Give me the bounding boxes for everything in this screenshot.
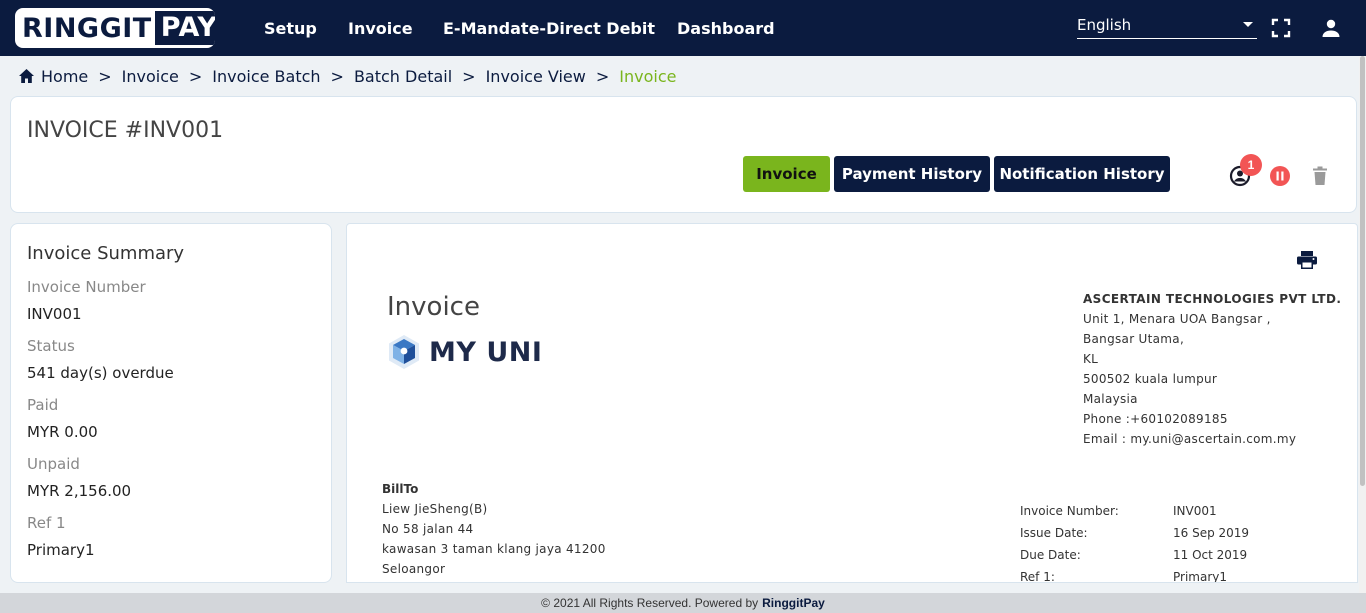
logo-text-ringgit: RINGGIT: [22, 12, 152, 44]
my-uni-text: MY UNI: [429, 336, 543, 368]
bill-to-line: Liew JieSheng(B): [382, 502, 488, 516]
bill-to-line: No 58 jalan 44: [382, 522, 474, 536]
user-account-icon[interactable]: [1321, 18, 1341, 38]
language-value: English: [1077, 16, 1132, 34]
bill-to-title: BillTo: [382, 482, 419, 496]
meta-label-due-date: Due Date:: [1020, 548, 1081, 562]
invoice-document: Invoice MY UNI ASCERTAIN TECHNOLOGIES PV…: [346, 223, 1358, 583]
page-scrollbar[interactable]: [1359, 56, 1366, 593]
breadcrumb-batch-detail[interactable]: Batch Detail: [354, 67, 452, 86]
breadcrumb-invoice-view[interactable]: Invoice View: [486, 67, 586, 86]
breadcrumb: Home > Invoice > Invoice Batch > Batch D…: [18, 66, 676, 86]
invoice-header-card: INVOICE #INV001 Invoice Payment History …: [10, 96, 1357, 213]
summary-value-status: 541 day(s) overdue: [27, 364, 174, 382]
tab-notification-history[interactable]: Notification History: [994, 156, 1170, 192]
breadcrumb-invoice-batch[interactable]: Invoice Batch: [212, 67, 320, 86]
company-address-line: KL: [1083, 352, 1099, 366]
my-uni-logo: MY UNI: [387, 334, 542, 370]
summary-value-invoice-number: INV001: [27, 305, 82, 323]
top-navbar: RINGGIT PAY Setup Invoice E-Mandate-Dire…: [0, 0, 1366, 56]
summary-value-ref1: Primary1: [27, 541, 95, 559]
company-email: Email : my.uni@ascertain.com.my: [1083, 432, 1297, 446]
ringgitpay-logo[interactable]: RINGGIT PAY: [15, 8, 215, 48]
company-name: ASCERTAIN TECHNOLOGIES PVT LTD.: [1083, 292, 1342, 306]
home-icon[interactable]: [18, 68, 35, 84]
nav-setup[interactable]: Setup: [264, 19, 317, 38]
company-address-line: Bangsar Utama,: [1083, 332, 1185, 346]
tab-invoice[interactable]: Invoice: [743, 156, 830, 192]
summary-label-invoice-number: Invoice Number: [27, 278, 146, 296]
meta-value-invoice-number: INV001: [1173, 504, 1217, 518]
document-title: Invoice: [387, 292, 480, 322]
chevron-right-icon: >: [188, 66, 203, 86]
summary-label-paid: Paid: [27, 396, 59, 414]
fullscreen-icon[interactable]: [1271, 18, 1291, 38]
chevron-down-icon: [1243, 22, 1253, 27]
summary-title: Invoice Summary: [27, 243, 185, 264]
company-address-line: Malaysia: [1083, 392, 1138, 406]
nav-invoice[interactable]: Invoice: [348, 19, 413, 38]
nav-e-mandate[interactable]: E-Mandate-Direct Debit: [443, 19, 655, 38]
breadcrumb-invoice[interactable]: Invoice: [122, 67, 179, 86]
breadcrumb-current: Invoice: [619, 66, 677, 86]
meta-value-issue-date: 16 Sep 2019: [1173, 526, 1250, 540]
chevron-right-icon: >: [330, 66, 344, 86]
summary-value-paid: MYR 0.00: [27, 423, 98, 441]
delete-icon[interactable]: [1309, 165, 1331, 187]
chevron-right-icon: >: [98, 66, 112, 86]
summary-label-unpaid: Unpaid: [27, 455, 80, 473]
scrollbar-thumb[interactable]: [1360, 56, 1365, 486]
meta-label-ref1: Ref 1:: [1020, 570, 1055, 583]
bill-to-line: kawasan 3 taman klang jaya 41200: [382, 542, 606, 556]
notification-badge: 1: [1240, 154, 1262, 176]
bill-to-line: Seloangor: [382, 562, 446, 576]
summary-value-unpaid: MYR 2,156.00: [27, 482, 132, 500]
invoice-summary-panel: Invoice Summary Invoice Number INV001 St…: [10, 223, 332, 583]
page-title: INVOICE #INV001: [27, 118, 224, 143]
nav-dashboard[interactable]: Dashboard: [677, 19, 775, 38]
chevron-right-icon: >: [462, 66, 476, 86]
footer-text: © 2021 All Rights Reserved. Powered by: [541, 596, 759, 610]
language-select[interactable]: English: [1077, 16, 1257, 39]
company-address-line: Unit 1, Menara UOA Bangsar ,: [1083, 312, 1271, 326]
meta-value-ref1: Primary1: [1173, 570, 1228, 583]
chevron-right-icon: >: [595, 66, 610, 86]
company-address-line: 500502 kuala lumpur: [1083, 372, 1218, 386]
summary-label-status: Status: [27, 337, 75, 355]
my-uni-emblem-icon: [389, 335, 419, 369]
meta-label-issue-date: Issue Date:: [1020, 526, 1088, 540]
summary-label-ref1: Ref 1: [27, 514, 66, 532]
pause-icon[interactable]: [1269, 165, 1291, 187]
logo-text-pay: PAY: [154, 11, 215, 45]
company-phone: Phone :+60102089185: [1083, 412, 1228, 426]
footer: © 2021 All Rights Reserved. Powered by R…: [0, 593, 1366, 613]
meta-label-invoice-number: Invoice Number:: [1020, 504, 1119, 518]
meta-value-due-date: 11 Oct 2019: [1173, 548, 1248, 562]
breadcrumb-home[interactable]: Home: [41, 67, 88, 86]
print-icon[interactable]: [1296, 250, 1318, 270]
footer-brand-link[interactable]: RinggitPay: [762, 596, 825, 610]
tab-payment-history[interactable]: Payment History: [834, 156, 990, 192]
